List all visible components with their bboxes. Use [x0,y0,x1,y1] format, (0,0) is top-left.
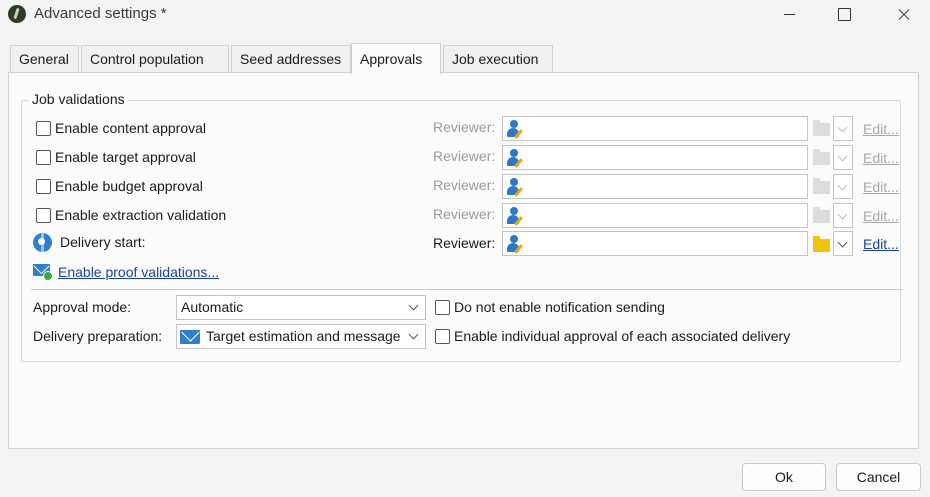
chevron-down-icon[interactable] [833,231,853,256]
app-logo-icon [8,5,26,23]
user-edit-icon [505,234,525,254]
delivery-start-label: Delivery start: [60,234,146,250]
reviewer-label: Reviewer: [433,206,496,222]
tab-job-execution[interactable]: Job execution [443,45,553,73]
folder-icon[interactable] [813,178,830,194]
individual-approval-label: Enable individual approval of each assoc… [454,328,791,344]
user-edit-icon [505,119,525,139]
window-title: Advanced settings * [34,5,167,22]
chevron-down-icon[interactable] [833,145,853,170]
reviewer-label: Reviewer: [433,177,496,193]
extraction-reviewer-field[interactable] [502,203,808,228]
extraction-edit-link[interactable]: Edit... [863,208,899,224]
reviewer-label: Reviewer: [433,119,496,135]
approvals-panel: Job validations Enable content approval … [8,72,919,449]
maximize-icon[interactable] [821,0,867,30]
minimize-icon[interactable] [767,0,813,30]
reviewer-label: Reviewer: [433,148,496,164]
delivery-icon [33,233,52,252]
target-edit-link[interactable]: Edit... [863,150,899,166]
budget-approval-checkbox[interactable] [36,179,51,194]
user-edit-icon [505,206,525,226]
target-reviewer-field[interactable] [502,145,808,170]
delivery-preparation-value: Target estimation and message personaliz… [206,328,405,344]
title-bar: Advanced settings * [0,0,930,30]
content-edit-link[interactable]: Edit... [863,121,899,137]
user-edit-icon [505,148,525,168]
tab-seed-addresses[interactable]: Seed addresses [231,45,351,73]
target-approval-label: Enable target approval [55,149,196,165]
chevron-down-icon[interactable] [833,203,853,228]
tab-general[interactable]: General [10,45,79,73]
cancel-button[interactable]: Cancel [836,463,921,491]
close-icon[interactable] [881,0,927,30]
tab-approvals[interactable]: Approvals [351,43,441,74]
mail-icon [180,330,200,344]
divider [31,289,903,290]
chevron-down-icon[interactable] [833,116,853,141]
budget-reviewer-field[interactable] [502,174,808,199]
chevron-down-icon[interactable] [405,325,425,348]
folder-icon[interactable] [813,236,830,252]
folder-icon[interactable] [813,207,830,223]
delivery-reviewer-field[interactable] [502,231,808,256]
user-edit-icon [505,177,525,197]
extraction-validation-checkbox[interactable] [36,208,51,223]
delivery-preparation-label: Delivery preparation: [33,328,163,344]
proof-mail-icon [33,263,53,281]
folder-icon[interactable] [813,120,830,136]
chevron-down-icon[interactable] [405,296,425,319]
no-notification-label: Do not enable notification sending [454,299,665,315]
tab-control-population[interactable]: Control population [81,45,229,73]
approval-mode-value: Automatic [181,299,244,315]
content-approval-label: Enable content approval [55,120,206,136]
reviewer-label: Reviewer: [433,235,496,251]
individual-approval-checkbox[interactable] [435,329,450,344]
no-notification-checkbox[interactable] [435,300,450,315]
budget-edit-link[interactable]: Edit... [863,179,899,195]
ok-button[interactable]: Ok [742,463,826,491]
content-approval-checkbox[interactable] [36,121,51,136]
job-validations-legend: Job validations [29,91,128,107]
folder-icon[interactable] [813,149,830,165]
delivery-edit-link[interactable]: Edit... [863,236,899,252]
chevron-down-icon[interactable] [833,174,853,199]
approval-mode-label: Approval mode: [33,299,132,315]
extraction-validation-label: Enable extraction validation [55,207,227,223]
budget-approval-label: Enable budget approval [55,178,203,194]
content-reviewer-field[interactable] [502,116,808,141]
enable-proof-validations-link[interactable]: Enable proof validations... [58,264,219,280]
target-approval-checkbox[interactable] [36,150,51,165]
approval-mode-select[interactable]: Automatic [176,295,426,320]
delivery-preparation-select[interactable]: Target estimation and message personaliz… [176,324,426,349]
